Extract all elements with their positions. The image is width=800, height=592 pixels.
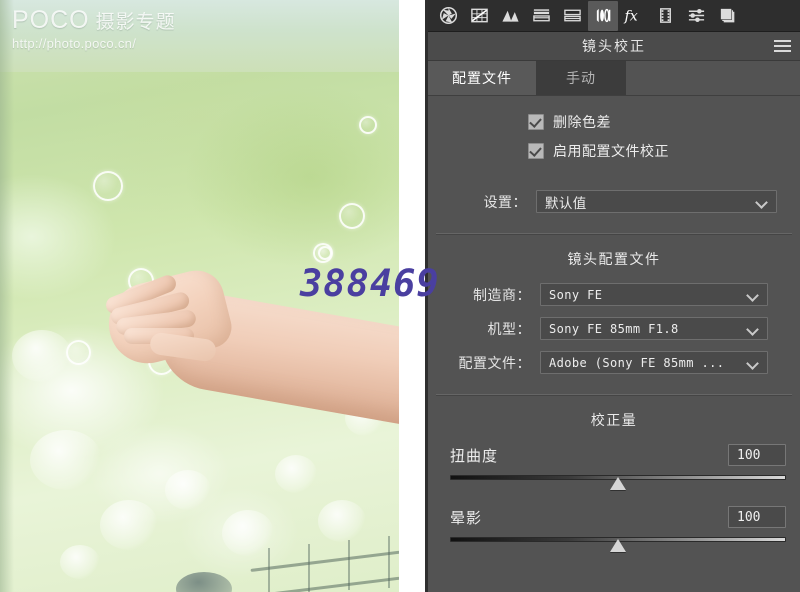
model-row: 机型： Sony FE 85mm F1.8	[428, 317, 800, 340]
slider-thumb[interactable]	[610, 539, 626, 552]
camera-calibration-icon[interactable]	[650, 1, 680, 31]
presets-sliders-icon[interactable]	[681, 1, 711, 31]
slider-value: 100	[737, 447, 761, 463]
detail-icon[interactable]	[495, 1, 525, 31]
module-toolbar: fx	[428, 0, 800, 32]
checkbox-icon[interactable]	[528, 114, 544, 130]
profile-row: 配置文件： Adobe (Sony FE 85mm ...	[428, 351, 800, 374]
make-dropdown[interactable]: Sony FE	[540, 283, 768, 306]
profile-label: 配置文件：	[458, 354, 531, 371]
svg-text:fx: fx	[624, 9, 638, 25]
chevron-down-icon	[757, 198, 767, 205]
slider-value-field[interactable]: 100	[728, 506, 786, 528]
checkbox-group: 删除色差 启用配置文件校正	[428, 96, 800, 176]
slider-value-field[interactable]: 100	[728, 444, 786, 466]
lens-correction-screenshot: POCO 摄影专题 http://photo.poco.cn/ 388469 f…	[0, 0, 800, 592]
white-gutter	[399, 0, 425, 592]
slider-value: 100	[737, 509, 761, 525]
slider-header: 扭曲度 100	[450, 444, 786, 466]
lens-profile-section-title: 镜头配置文件	[567, 251, 661, 267]
lens-correction-panel: fx 镜头校正 配置文件 手动 删除色差 启用配置文件校正 设置： 默认值 镜头…	[425, 0, 800, 592]
panel-header: 镜头校正	[428, 32, 800, 61]
photo-preview[interactable]: POCO 摄影专题 http://photo.poco.cn/	[0, 0, 399, 592]
checkbox-icon[interactable]	[528, 143, 544, 159]
basic-adjustments-icon[interactable]	[433, 1, 463, 31]
slider-track-wrap[interactable]	[450, 472, 786, 492]
make-row: 制造商： Sony FE	[428, 283, 800, 306]
model-dropdown[interactable]: Sony FE 85mm F1.8	[540, 317, 768, 340]
tone-curve-icon[interactable]	[464, 1, 494, 31]
checkbox-enable-profile-corrections[interactable]: 启用配置文件校正	[528, 141, 800, 161]
chevron-down-icon	[748, 325, 758, 332]
checkbox-label: 启用配置文件校正	[553, 143, 669, 159]
snapshots-stacked-icon[interactable]	[712, 1, 742, 31]
setup-value: 默认值	[545, 195, 587, 211]
slider-distortion: 扭曲度 100	[428, 444, 800, 492]
model-value: Sony FE 85mm F1.8	[549, 321, 679, 336]
checkbox-remove-chromatic-aberration[interactable]: 删除色差	[528, 112, 800, 132]
photo-top-haze	[0, 0, 399, 72]
profile-value: Adobe (Sony FE 85mm ...	[549, 355, 725, 370]
hamburger-menu-icon[interactable]	[774, 40, 791, 52]
chevron-down-icon	[748, 291, 758, 298]
correction-amount-section-title: 校正量	[590, 412, 638, 428]
tab-filler	[626, 61, 800, 95]
profile-dropdown[interactable]: Adobe (Sony FE 85mm ...	[540, 351, 768, 374]
lens-corrections-icon[interactable]	[588, 0, 618, 31]
setup-row: 设置： 默认值	[428, 190, 800, 213]
make-label: 制造商：	[473, 286, 531, 303]
split-toning-icon[interactable]	[557, 1, 587, 31]
panel-tabs: 配置文件 手动	[428, 61, 800, 96]
tab-profile[interactable]: 配置文件	[428, 61, 536, 95]
checkbox-label: 删除色差	[553, 114, 611, 130]
make-value: Sony FE	[549, 287, 603, 302]
slider-label: 扭曲度	[450, 447, 499, 465]
setup-label: 设置：	[483, 193, 527, 210]
hsl-grayscale-icon[interactable]	[526, 1, 556, 31]
slider-header: 晕影 100	[450, 506, 786, 528]
model-label: 机型：	[487, 320, 531, 337]
panel-title: 镜头校正	[582, 38, 646, 54]
slider-label: 晕影	[450, 509, 483, 527]
photo-left-vignette	[0, 0, 14, 592]
panel-body: 删除色差 启用配置文件校正 设置： 默认值 镜头配置文件 制造商： Sony F…	[428, 96, 800, 554]
slider-thumb[interactable]	[610, 477, 626, 490]
slider-vignetting: 晕影 100	[428, 506, 800, 554]
chevron-down-icon	[748, 359, 758, 366]
effects-icon[interactable]: fx	[619, 1, 649, 31]
tab-manual[interactable]: 手动	[536, 61, 626, 95]
setup-dropdown[interactable]: 默认值	[536, 190, 777, 213]
slider-track-wrap[interactable]	[450, 534, 786, 554]
